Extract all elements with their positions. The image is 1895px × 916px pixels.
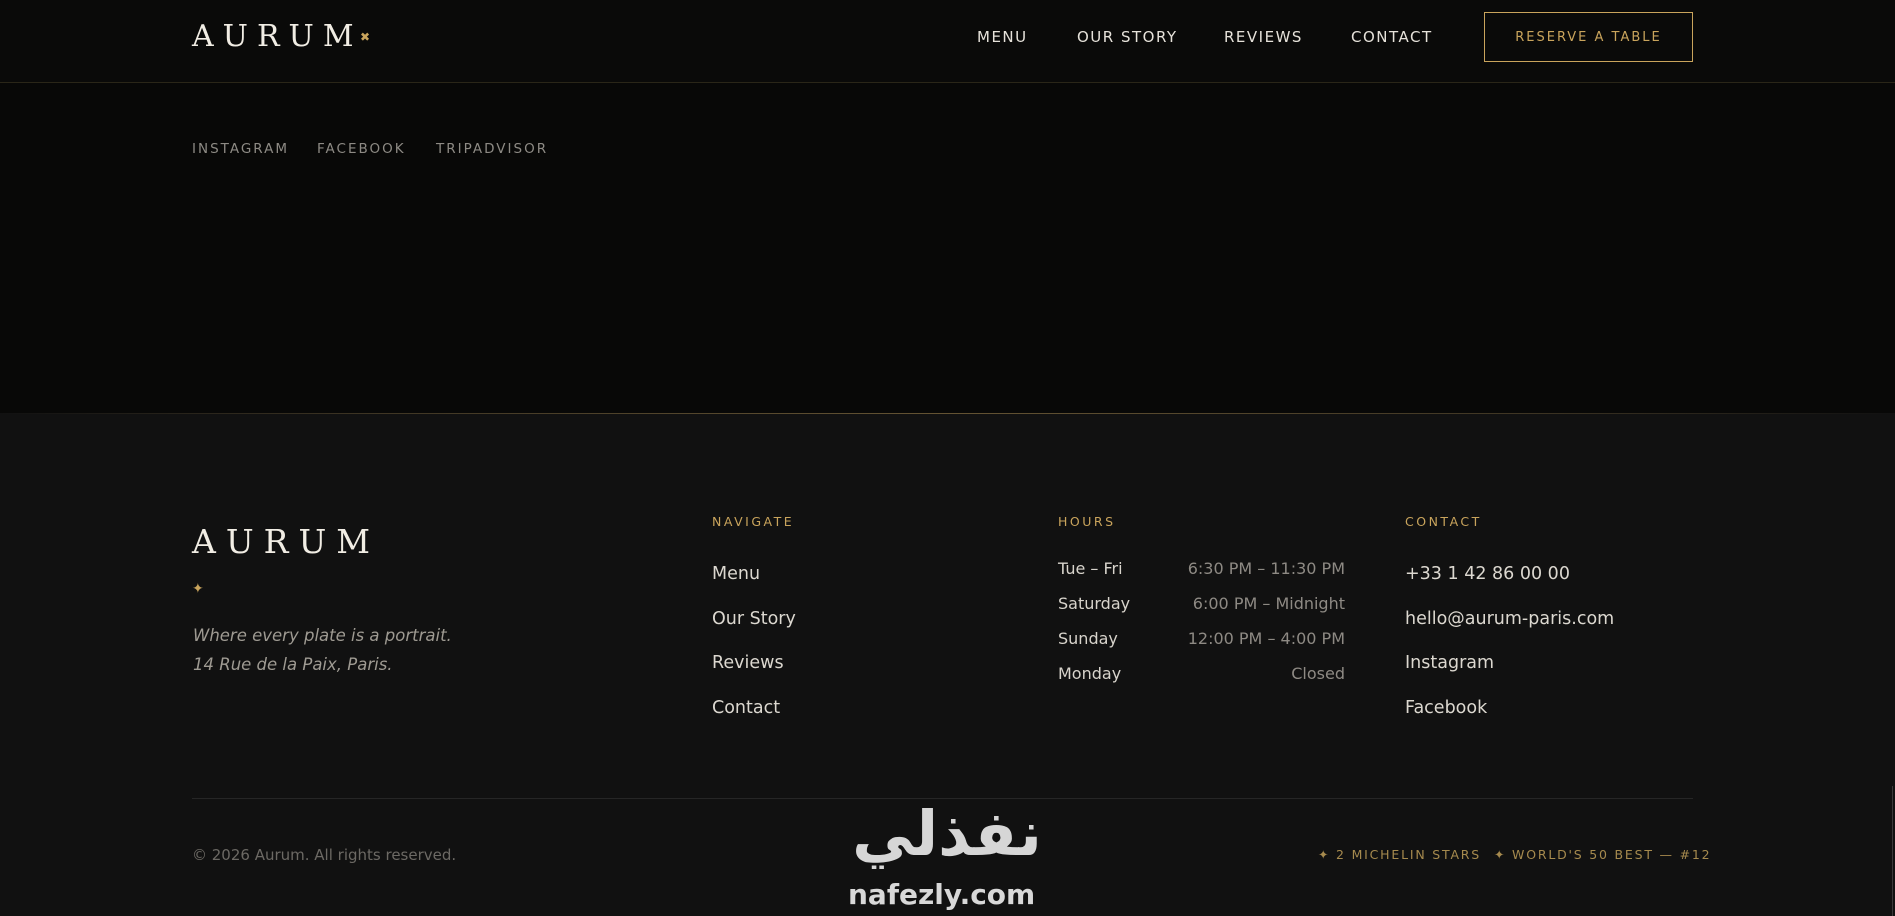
scroll-edge-line <box>1892 786 1893 916</box>
footer-gold-divider <box>0 413 1895 414</box>
hours-time: 12:00 PM – 4:00 PM <box>1187 629 1345 648</box>
footer-link-reviews[interactable]: Reviews <box>712 652 784 674</box>
contact-heading: CONTACT <box>1405 514 1482 529</box>
contact-instagram-link[interactable]: Instagram <box>1405 652 1494 674</box>
upper-section <box>0 84 1895 413</box>
contact-phone-link[interactable]: +33 1 42 86 00 00 <box>1405 563 1570 585</box>
footer-tagline: Where every plate is a portrait. <box>193 626 452 645</box>
hours-day: Sunday <box>1058 629 1118 648</box>
hours-time: 6:30 PM – 11:30 PM <box>1187 559 1345 578</box>
nav-reviews-link[interactable]: REVIEWS <box>1224 28 1303 46</box>
copyright-text: © 2026 Aurum. All rights reserved. <box>192 846 457 864</box>
social-facebook-link[interactable]: FACEBOOK <box>317 141 406 157</box>
nav-our-story-link[interactable]: OUR STORY <box>1077 28 1178 46</box>
watermark-logo-icon: نفذلي <box>852 797 1042 869</box>
social-instagram-link[interactable]: INSTAGRAM <box>192 141 289 157</box>
navigate-heading: NAVIGATE <box>712 514 795 529</box>
logo-cross-icon: ✖ <box>360 30 371 44</box>
nav-contact-link[interactable]: CONTACT <box>1351 28 1433 46</box>
michelin-badge: ✦ 2 MICHELIN STARS <box>1318 847 1482 862</box>
footer-link-menu[interactable]: Menu <box>712 563 760 585</box>
worlds-50-best-badge: ✦ WORLD'S 50 BEST — #12 <box>1494 847 1712 862</box>
star-icon: ✦ <box>192 581 204 597</box>
hours-heading: HOURS <box>1058 514 1116 529</box>
hours-time: Closed <box>1291 664 1345 683</box>
watermark-domain: nafezly.com <box>848 878 1036 911</box>
hours-day: Tue – Fri <box>1058 559 1123 578</box>
social-tripadvisor-link[interactable]: TRIPADVISOR <box>436 141 548 157</box>
hours-time: 6:00 PM – Midnight <box>1192 594 1345 613</box>
footer-address: 14 Rue de la Paix, Paris. <box>193 655 393 674</box>
nav-menu-link[interactable]: MENU <box>977 28 1028 46</box>
site-header: AURUM ✖ MENU OUR STORY REVIEWS CONTACT R… <box>0 0 1895 83</box>
contact-facebook-link[interactable]: Facebook <box>1405 697 1487 719</box>
footer-link-contact[interactable]: Contact <box>712 697 780 719</box>
hours-day: Saturday <box>1058 594 1131 613</box>
hours-day: Monday <box>1058 664 1122 683</box>
reserve-table-button[interactable]: RESERVE A TABLE <box>1484 12 1693 62</box>
header-logo[interactable]: AURUM <box>192 18 363 56</box>
contact-email-link[interactable]: hello@aurum-paris.com <box>1405 608 1614 630</box>
footer-logo: AURUM <box>192 522 381 561</box>
svg-text:نفذلي: نفذلي <box>852 797 1042 869</box>
page: AURUM ✖ MENU OUR STORY REVIEWS CONTACT R… <box>0 0 1895 916</box>
footer-link-our-story[interactable]: Our Story <box>712 608 796 630</box>
